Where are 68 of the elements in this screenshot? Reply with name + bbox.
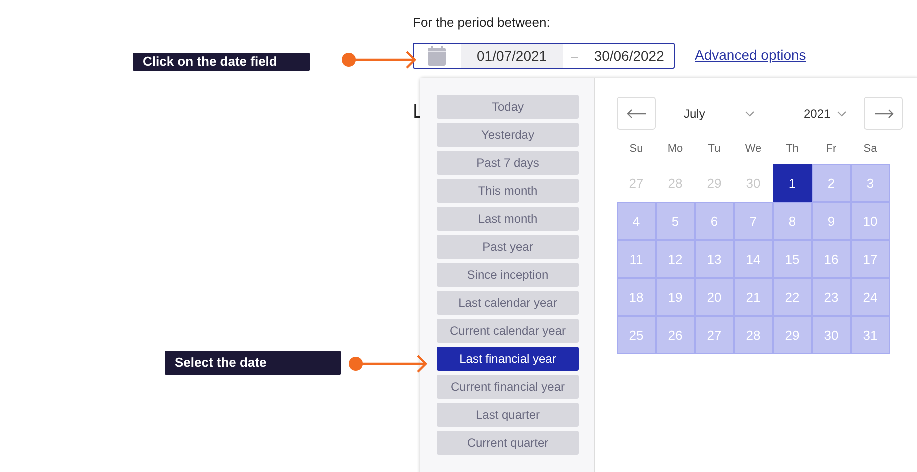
preset-button[interactable]: Yesterday: [437, 123, 579, 147]
calendar-day[interactable]: 7: [734, 202, 773, 240]
weekday-label: Tu: [707, 142, 722, 157]
calendar-day[interactable]: 3: [851, 164, 890, 202]
chevron-down-icon: [745, 110, 756, 116]
calendar-icon: [428, 46, 446, 66]
calendar-day[interactable]: 28: [734, 316, 773, 354]
callout-label: Click on the date field: [133, 53, 310, 71]
calendar-day[interactable]: 21: [734, 278, 773, 316]
start-date: 01/07/2021: [461, 44, 564, 68]
preset-button[interactable]: Since inception: [437, 263, 579, 287]
calendar-day[interactable]: 23: [812, 278, 851, 316]
period-label: For the period between:: [413, 15, 552, 32]
weekday-label: Sa: [862, 142, 878, 157]
calendar-day[interactable]: 30: [812, 316, 851, 354]
calendar-day[interactable]: 9: [812, 202, 851, 240]
calendar-day[interactable]: 31: [851, 316, 890, 354]
calendar-day[interactable]: 10: [851, 202, 890, 240]
calendar-day[interactable]: 27: [695, 316, 734, 354]
preset-button[interactable]: Today: [437, 95, 579, 119]
date-separator: –: [571, 48, 578, 64]
preset-button[interactable]: Current financial year: [437, 375, 579, 399]
preset-button[interactable]: Current quarter: [437, 431, 579, 455]
calendar-day[interactable]: 1: [773, 164, 812, 202]
year-dropdown[interactable]: 2021: [804, 106, 864, 120]
preset-button[interactable]: Last financial year: [437, 347, 579, 371]
calendar-day[interactable]: 19: [656, 278, 695, 316]
month-dropdown[interactable]: July: [684, 106, 784, 120]
weekday-label: Mo: [666, 142, 684, 157]
advanced-options-link[interactable]: Advanced options: [695, 47, 806, 63]
preset-button[interactable]: Last calendar year: [437, 291, 579, 315]
calendar-day[interactable]: 13: [695, 240, 734, 278]
calendar-day[interactable]: 5: [656, 202, 695, 240]
weekday-label: We: [744, 142, 763, 157]
calendar-day[interactable]: 8: [773, 202, 812, 240]
chevron-down-icon: [836, 110, 847, 116]
weekday-label: Su: [628, 142, 644, 157]
date-range-field[interactable]: 01/07/2021 – 30/06/2022: [413, 43, 675, 69]
preset-button[interactable]: Past 7 days: [437, 151, 579, 175]
calendar-day[interactable]: 16: [812, 240, 851, 278]
calendar-day[interactable]: 15: [773, 240, 812, 278]
calendar-day[interactable]: 18: [617, 278, 656, 316]
calendar-day[interactable]: 4: [617, 202, 656, 240]
preset-button[interactable]: This month: [437, 179, 579, 203]
weekday-label: Th: [785, 142, 800, 157]
calendar-day[interactable]: 11: [617, 240, 656, 278]
preset-button[interactable]: Last quarter: [437, 403, 579, 427]
previous-month-button[interactable]: [617, 97, 656, 130]
calendar-day[interactable]: 20: [695, 278, 734, 316]
left-arrow-icon: [626, 108, 646, 118]
preset-button[interactable]: Past year: [437, 235, 579, 259]
callout-label: Select the date: [165, 351, 341, 375]
calendar-day[interactable]: 29: [773, 316, 812, 354]
calendar-day[interactable]: 12: [656, 240, 695, 278]
preset-button[interactable]: Last month: [437, 207, 579, 231]
calendar-day[interactable]: 14: [734, 240, 773, 278]
calendar-day[interactable]: 22: [773, 278, 812, 316]
right-arrow-icon: [874, 108, 894, 118]
preset-button[interactable]: Current calendar year: [437, 319, 579, 343]
calendar-day[interactable]: 2: [812, 164, 851, 202]
calendar-day[interactable]: 24: [851, 278, 890, 316]
calendar-day[interactable]: 17: [851, 240, 890, 278]
calendar-day[interactable]: 26: [656, 316, 695, 354]
end-date: 30/06/2022: [594, 48, 664, 64]
next-month-button[interactable]: [864, 97, 903, 130]
calendar-day[interactable]: 6: [695, 202, 734, 240]
calendar-day[interactable]: 25: [617, 316, 656, 354]
weekday-label: Fr: [825, 142, 838, 157]
